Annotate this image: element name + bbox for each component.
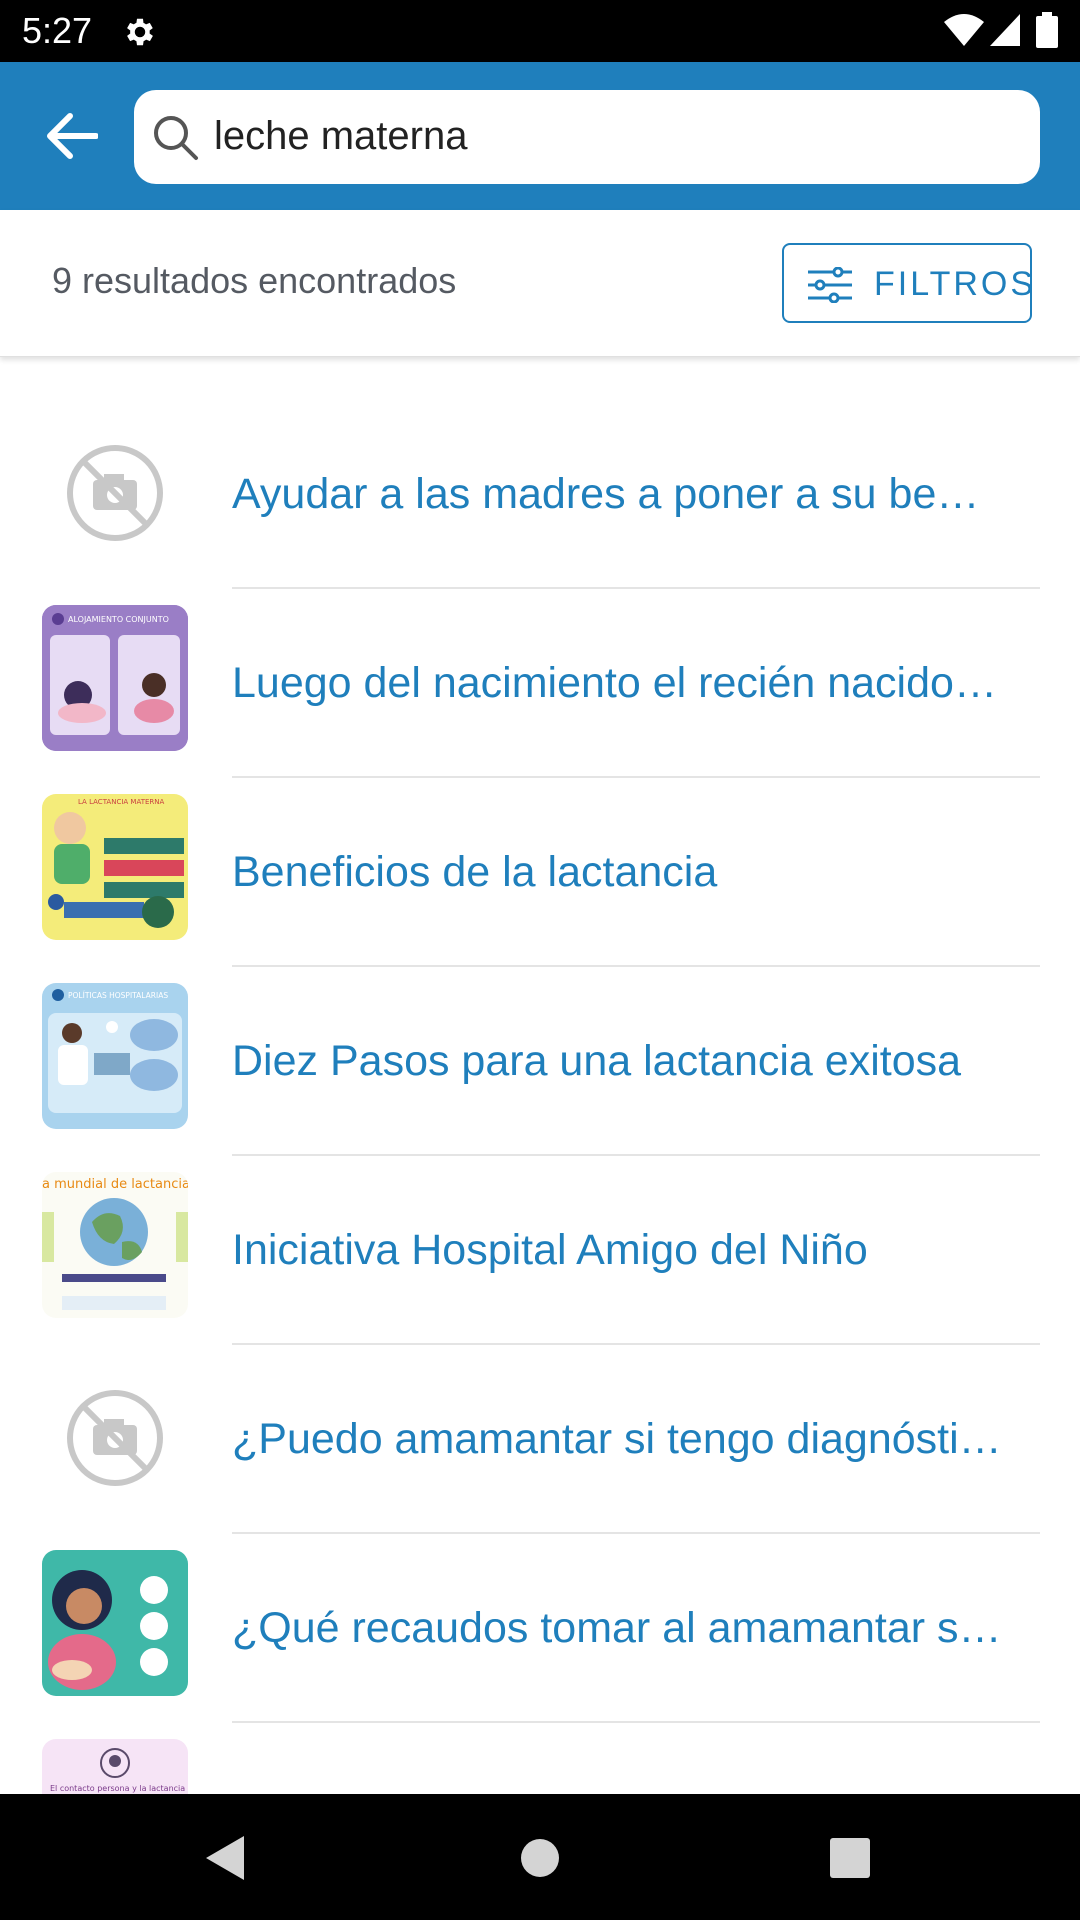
thumb-text: LA LACTANCIA MATERNA	[78, 798, 164, 806]
battery-icon	[1036, 12, 1058, 48]
thumbnail-image: El contacto persona y la lactancia	[42, 1739, 188, 1794]
thumbnail-image: a mundial de lactancia m	[42, 1172, 188, 1318]
thumbnail-image: POLÍTICAS HOSPITALARIAS	[42, 983, 188, 1129]
home-circle-icon[interactable]	[510, 1828, 570, 1888]
results-list: Ayudar a las madres a poner a su bebé … …	[0, 400, 1080, 1794]
thumb-text: POLÍTICAS HOSPITALARIAS	[68, 991, 168, 1000]
status-bar: 5:27	[0, 0, 1080, 62]
item-title: ¿Puedo amamantar si tengo diagnóstic…	[232, 1415, 1002, 1463]
filters-button[interactable]: FILTROS	[782, 243, 1033, 323]
results-count: 9 resultados encontrados	[52, 260, 457, 301]
list-item[interactable]: ¿Puedo amamantar si tengo diagnóstic…	[0, 1345, 1080, 1534]
list-item[interactable]: LA LACTANCIA MATERNA Beneficios de la la…	[0, 778, 1080, 967]
signal-icon	[990, 14, 1020, 46]
search-icon	[154, 116, 198, 160]
thumbnail-image: ALOJAMIENTO CONJUNTO	[42, 605, 188, 751]
item-title	[232, 1723, 1002, 1794]
thumbnail-image: LA LACTANCIA MATERNA	[42, 794, 188, 940]
item-title: Beneficios de la lactancia	[232, 848, 718, 896]
item-title: Ayudar a las madres a poner a su bebé …	[232, 470, 1002, 518]
list-item[interactable]: POLÍTICAS HOSPITALARIAS Diez Pasos para …	[0, 967, 1080, 1156]
recents-square-icon[interactable]	[820, 1828, 880, 1888]
thumb-text: ALOJAMIENTO CONJUNTO	[68, 615, 169, 624]
search-input[interactable]	[214, 104, 1014, 168]
filters-label: FILTROS	[874, 265, 1037, 303]
sliders-icon	[808, 267, 852, 303]
wifi-icon	[944, 14, 984, 46]
search-box[interactable]	[134, 90, 1040, 184]
item-title: Diez Pasos para una lactancia exitosa	[232, 1037, 962, 1085]
thumb-text: a mundial de lactancia m	[42, 1177, 188, 1192]
thumbnail-image	[42, 1550, 188, 1696]
no-image-icon	[67, 445, 163, 541]
list-item[interactable]: ALOJAMIENTO CONJUNTO Luego del nacimient…	[0, 589, 1080, 778]
list-item[interactable]: ¿Qué recaudos tomar al amamantar si t…	[0, 1534, 1080, 1723]
list-item[interactable]: Ayudar a las madres a poner a su bebé …	[0, 400, 1080, 589]
system-nav-bar	[0, 1794, 1080, 1920]
thumb-text: El contacto persona y la lactancia	[50, 1784, 185, 1793]
arrow-left-icon	[47, 113, 98, 159]
item-title: Luego del nacimiento el recién nacido d…	[232, 659, 1002, 707]
back-button[interactable]	[36, 104, 108, 168]
status-time: 5:27	[22, 10, 93, 51]
list-item[interactable]: a mundial de lactancia m Iniciativa Hosp…	[0, 1156, 1080, 1345]
item-title: Iniciativa Hospital Amigo del Niño	[232, 1226, 868, 1274]
results-header: 9 resultados encontrados FILTROS	[0, 210, 1080, 357]
list-item[interactable]: El contacto persona y la lactancia	[0, 1723, 1080, 1794]
back-triangle-icon[interactable]	[196, 1828, 256, 1888]
item-title: ¿Qué recaudos tomar al amamantar si t…	[232, 1604, 1002, 1652]
no-image-icon	[67, 1390, 163, 1486]
gear-icon	[127, 18, 153, 46]
app-bar	[0, 62, 1080, 210]
